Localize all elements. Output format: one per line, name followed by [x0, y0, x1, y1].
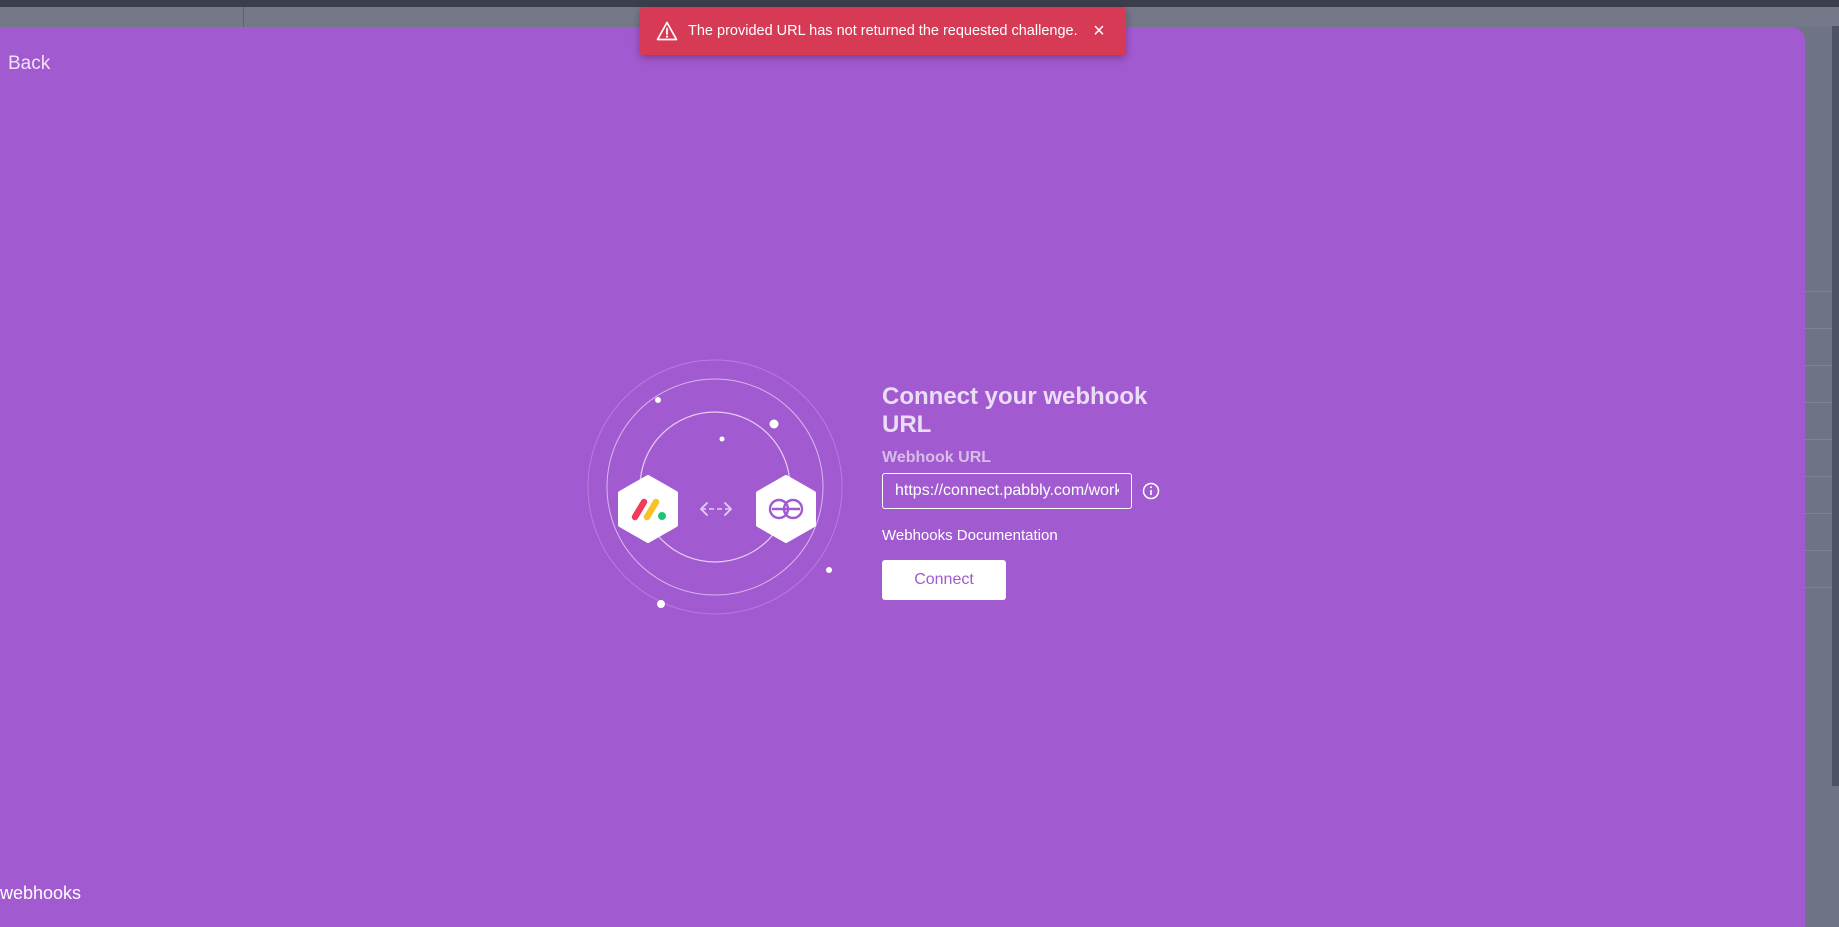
webhook-url-row — [882, 473, 1202, 509]
connect-button[interactable]: Connect — [882, 560, 1006, 600]
form-title: Connect your webhook URL — [882, 383, 1148, 438]
monday-logo-icon — [617, 475, 679, 543]
background-table-lines — [1805, 255, 1832, 588]
webhooks-logo-icon — [755, 475, 817, 543]
warning-triangle-icon — [656, 21, 678, 41]
browser-top-bar — [0, 0, 1839, 7]
webhook-url-label: Webhook URL — [882, 449, 992, 466]
bidirectional-arrow-icon — [700, 502, 732, 516]
webhook-url-input[interactable] — [882, 473, 1132, 509]
back-button[interactable]: Back — [8, 53, 50, 75]
info-icon[interactable] — [1142, 482, 1160, 500]
close-icon[interactable]: × — [1090, 21, 1108, 41]
webhook-connect-form: Connect your webhook URL Webhook URL Web… — [882, 383, 1202, 600]
integration-modal: Back Connect your webhook URL Webhook UR… — [0, 27, 1805, 927]
background-divider — [243, 7, 244, 27]
webhooks-brand-logo: webhooks — [0, 883, 82, 903]
integration-illustration — [585, 357, 845, 617]
page-scrollbar[interactable] — [1832, 26, 1839, 786]
error-toast: The provided URL has not returned the re… — [640, 7, 1126, 55]
toast-message: The provided URL has not returned the re… — [688, 23, 1078, 39]
webhooks-documentation-link[interactable]: Webhooks Documentation — [882, 527, 1202, 544]
